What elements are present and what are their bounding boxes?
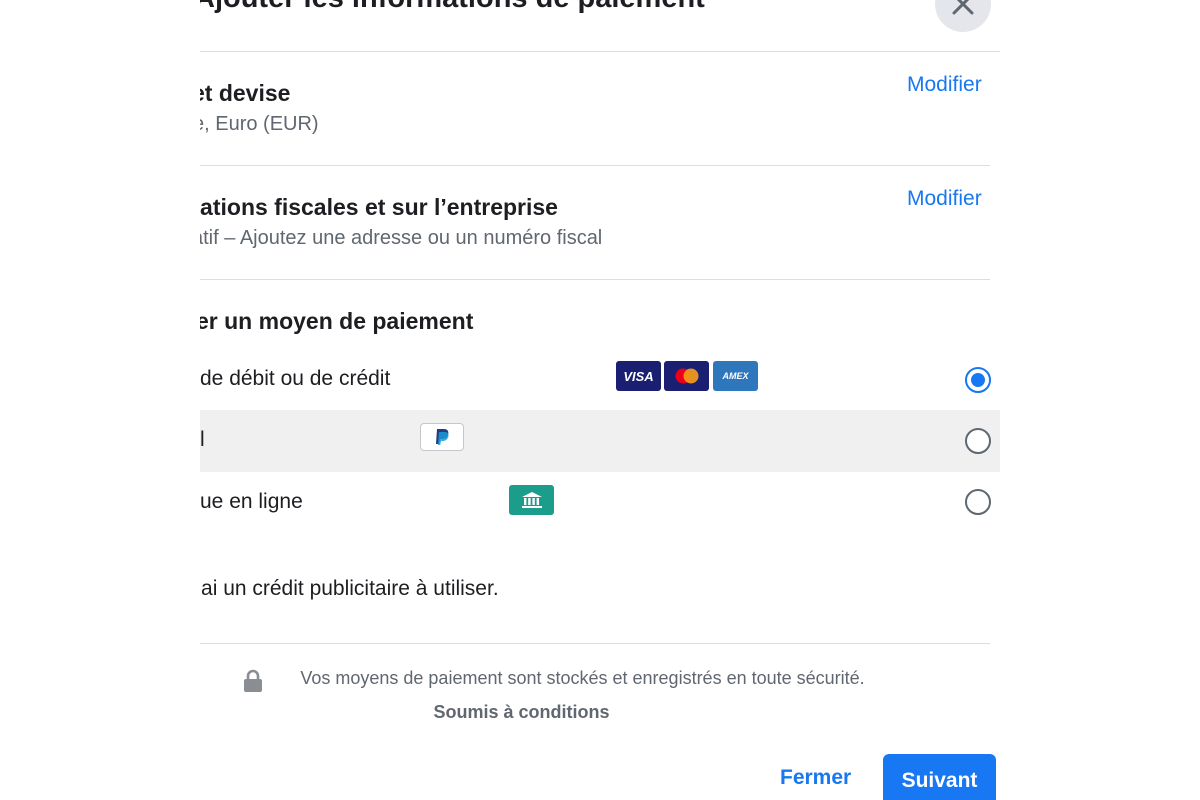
currency-section-title: et devise	[200, 80, 291, 106]
dialog-title: Ajouter les informations de paiement	[200, 0, 894, 15]
payment-option-card[interactable]: de débit ou de crédit VISA AMEX	[200, 348, 1000, 410]
section-divider	[200, 643, 990, 644]
payment-option-label: ue en ligne	[200, 490, 303, 513]
section-divider	[200, 279, 990, 280]
payment-dialog: Ajouter les informations de paiement et …	[200, 0, 1000, 800]
radio-paypal[interactable]	[965, 428, 991, 454]
header-divider	[200, 51, 1000, 52]
security-note: Vos moyens de paiement sont stockés et e…	[200, 668, 1000, 689]
tax-section-subtitle: atif – Ajoutez une adresse ou un numéro …	[200, 227, 603, 249]
payment-section-title: er un moyen de paiement	[200, 308, 474, 334]
close-footer-button[interactable]: Fermer	[780, 766, 851, 790]
modify-tax-link[interactable]: Modifier	[907, 187, 982, 211]
security-note-text: Vos moyens de paiement sont stockés et e…	[300, 668, 865, 688]
modify-currency-link[interactable]: Modifier	[907, 73, 982, 97]
tax-section-title: nations fiscales et sur l’entreprise	[200, 194, 558, 220]
bank-icon	[509, 485, 554, 515]
screen: Ajouter les informations de paiement et …	[0, 0, 1200, 800]
ad-credit-text[interactable]: 'ai un crédit publicitaire à utiliser.	[200, 577, 499, 601]
payment-option-label: de débit ou de crédit	[200, 367, 391, 390]
payment-option-online-bank[interactable]: ue en ligne	[200, 472, 1000, 534]
currency-section-subtitle: e, Euro (EUR)	[200, 113, 319, 135]
close-icon	[952, 0, 974, 15]
payment-option-paypal[interactable]: l	[200, 410, 1000, 472]
terms-link[interactable]: Soumis à conditions	[200, 702, 963, 723]
radio-online-bank[interactable]	[965, 489, 991, 515]
amex-icon: AMEX	[713, 361, 758, 391]
visa-icon: VISA	[616, 361, 661, 391]
payment-option-label: l	[200, 428, 205, 451]
paypal-icon	[420, 423, 464, 451]
mastercard-icon	[664, 361, 709, 391]
close-button[interactable]	[935, 0, 991, 32]
dialog-content: Ajouter les informations de paiement et …	[200, 0, 1000, 800]
next-button[interactable]: Suivant	[883, 754, 996, 800]
radio-card[interactable]	[965, 367, 991, 393]
section-divider	[200, 165, 990, 166]
